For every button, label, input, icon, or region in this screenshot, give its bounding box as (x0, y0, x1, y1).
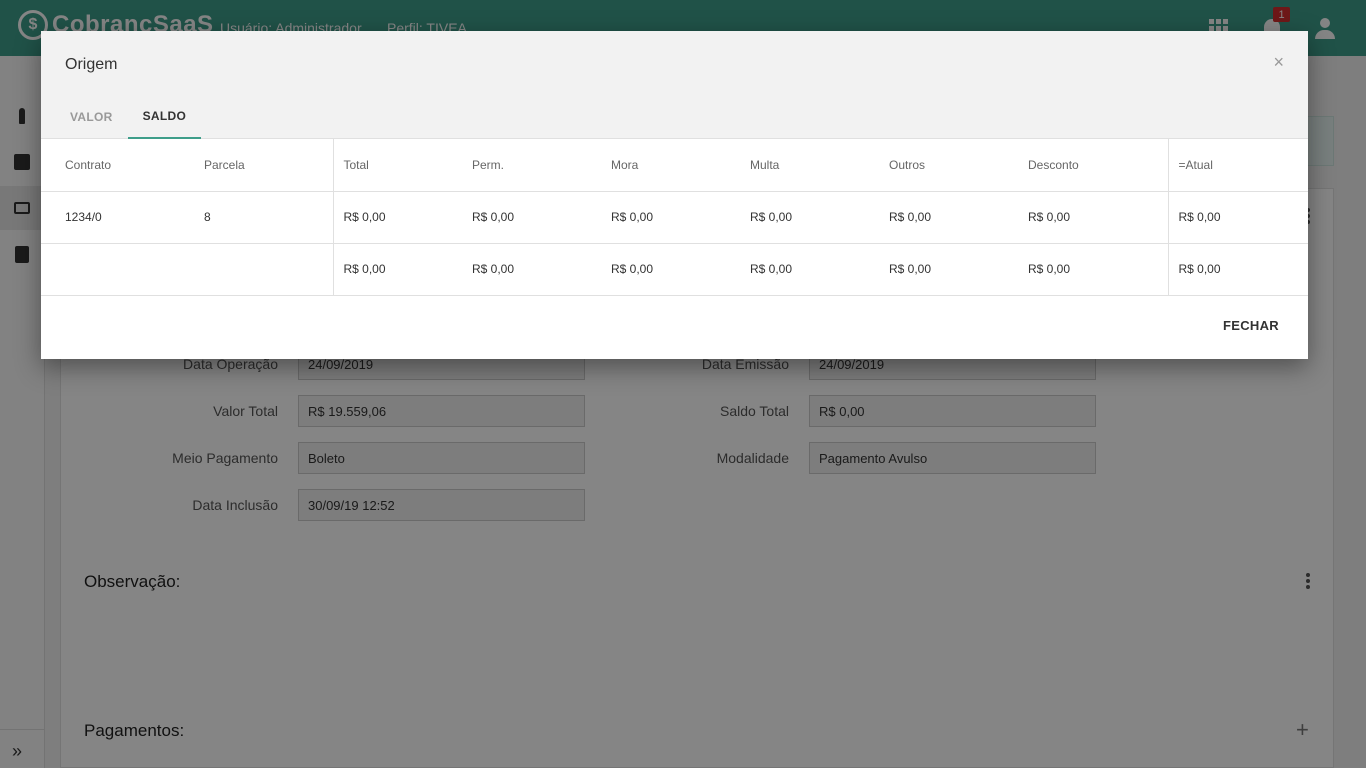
header-mora[interactable]: Mora (611, 139, 750, 192)
cell-atual: R$ 0,00 (1167, 191, 1308, 244)
modal-footer: FECHAR (41, 296, 1308, 359)
cell-multa: R$ 0,00 (750, 243, 889, 296)
header-contrato[interactable]: Contrato (41, 139, 204, 192)
cell-parcela: 8 (204, 191, 333, 244)
saldo-table: Contrato Parcela Total Perm. Mora Multa … (41, 139, 1308, 296)
cell-perm: R$ 0,00 (472, 243, 611, 296)
header-perm[interactable]: Perm. (472, 139, 611, 192)
table-header-row: Contrato Parcela Total Perm. Mora Multa … (41, 139, 1308, 192)
header-multa[interactable]: Multa (750, 139, 889, 192)
header-outros[interactable]: Outros (889, 139, 1028, 192)
cell-parcela (204, 243, 333, 296)
tab-valor[interactable]: VALOR (55, 95, 128, 139)
cell-atual: R$ 0,00 (1167, 243, 1308, 296)
header-total[interactable]: Total (332, 139, 472, 192)
modal-tabs: VALOR SALDO (55, 95, 202, 139)
cell-multa: R$ 0,00 (750, 191, 889, 244)
cell-total: R$ 0,00 (332, 191, 472, 244)
cell-desconto: R$ 0,00 (1028, 243, 1168, 296)
table-total-row: R$ 0,00 R$ 0,00 R$ 0,00 R$ 0,00 R$ 0,00 … (41, 243, 1308, 296)
cell-mora: R$ 0,00 (611, 191, 750, 244)
modal-header: Origem × VALOR SALDO (41, 31, 1308, 139)
tab-saldo[interactable]: SALDO (127, 95, 202, 139)
cell-contrato (41, 243, 204, 296)
cell-total: R$ 0,00 (332, 243, 472, 296)
header-atual[interactable]: =Atual (1167, 139, 1308, 192)
cell-contrato: 1234/0 (41, 191, 204, 244)
cell-outros: R$ 0,00 (889, 243, 1028, 296)
modal-title: Origem (65, 56, 118, 73)
close-icon[interactable]: × (1273, 52, 1284, 73)
table-row: 1234/0 8 R$ 0,00 R$ 0,00 R$ 0,00 R$ 0,00… (41, 191, 1308, 244)
cell-mora: R$ 0,00 (611, 243, 750, 296)
header-desconto[interactable]: Desconto (1028, 139, 1168, 192)
fechar-button[interactable]: FECHAR (1223, 318, 1279, 333)
cell-desconto: R$ 0,00 (1028, 191, 1168, 244)
origem-modal: Origem × VALOR SALDO Contrato Parcela To… (41, 31, 1308, 359)
cell-perm: R$ 0,00 (472, 191, 611, 244)
cell-outros: R$ 0,00 (889, 191, 1028, 244)
header-parcela[interactable]: Parcela (204, 139, 333, 192)
